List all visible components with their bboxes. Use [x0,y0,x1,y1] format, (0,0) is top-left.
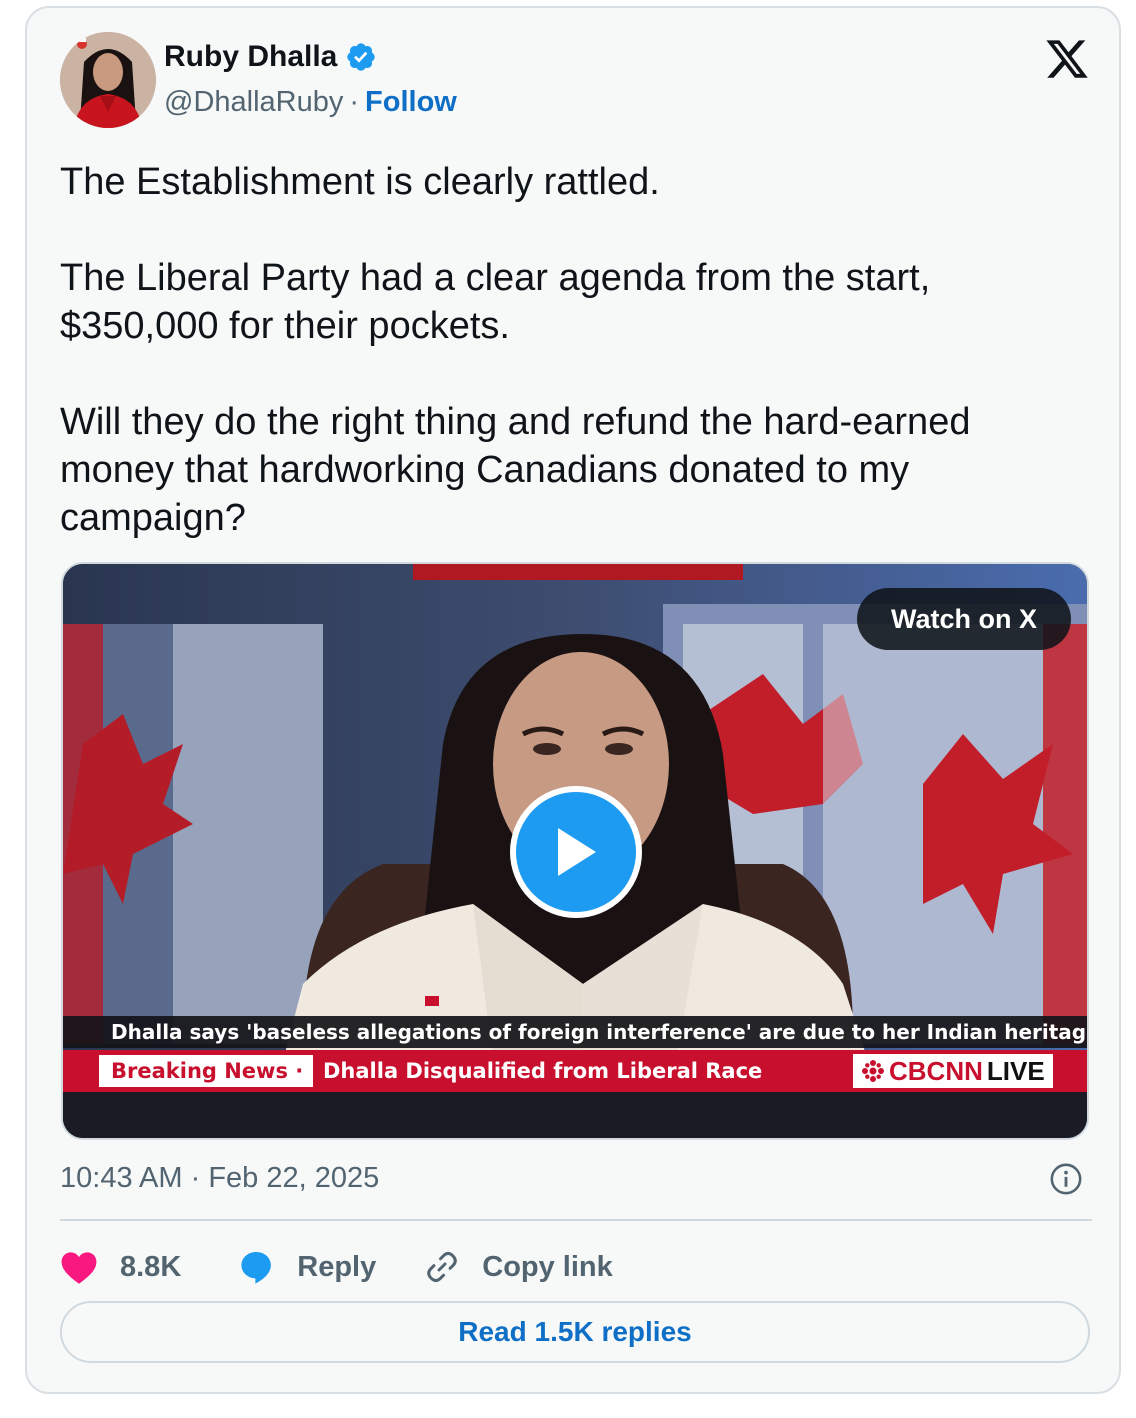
tweet-date: Feb 22, 2025 [208,1162,380,1194]
link-icon [427,1251,458,1283]
cbc-gem-icon [862,1060,884,1082]
copy-link-label: Copy link [482,1250,613,1283]
breaking-separator: · [295,1059,304,1083]
action-bar: 8.8K Reply Copy link [60,1244,613,1290]
news-headline: Dhalla Disqualified from Liberal Race [323,1059,763,1083]
heart-icon [61,1252,97,1284]
network-logo: CBCNN LIVE [853,1054,1053,1088]
verified-badge-icon [345,41,377,73]
network-name: CBCNN [889,1056,983,1086]
news-ticker-bar: Breaking News · Dhalla Disqualified from… [63,1050,1087,1092]
reply-label: Reply [297,1250,377,1283]
live-label: LIVE [986,1056,1045,1086]
reply-button[interactable]: Reply [237,1248,376,1286]
author-name-row: Ruby Dhalla [164,40,377,74]
timestamp-separator: · [190,1162,201,1194]
like-button[interactable]: 8.8K [60,1249,181,1285]
like-count: 8.8K [120,1250,182,1283]
play-button[interactable] [510,786,642,918]
copy-link-button[interactable]: Copy link [424,1249,613,1285]
play-icon [558,828,596,876]
tweet-card: Ruby Dhalla @DhallaRuby · Follow The Estab… [25,6,1121,1394]
info-icon[interactable] [1049,1162,1083,1196]
read-replies-button[interactable]: Read 1.5K replies [60,1301,1090,1363]
author-name[interactable]: Ruby Dhalla [164,40,337,74]
tweet-text: The Establishment is clearly rattled. Th… [60,161,971,539]
author-handle[interactable]: @DhallaRuby [164,86,343,118]
breaking-news-label: Breaking News · [99,1055,314,1087]
follow-button[interactable]: Follow [365,86,457,118]
x-logo-icon[interactable] [1044,36,1090,82]
reply-bubble-icon [241,1251,272,1284]
handle-separator: · [349,86,360,118]
chyron-subtitle: Dhalla says 'baseless allegations of for… [63,1016,1087,1048]
video-player[interactable]: Watch on X Dhalla says 'baseless allegat… [61,562,1089,1140]
tweet-timestamp[interactable]: 10:43 AM · Feb 22, 2025 [60,1162,379,1195]
avatar[interactable] [60,32,156,128]
author-handle-row: @DhallaRuby · Follow [164,86,457,119]
tweet-time: 10:43 AM [60,1162,183,1194]
divider [60,1219,1092,1221]
watch-on-x-button[interactable]: Watch on X [857,588,1071,650]
